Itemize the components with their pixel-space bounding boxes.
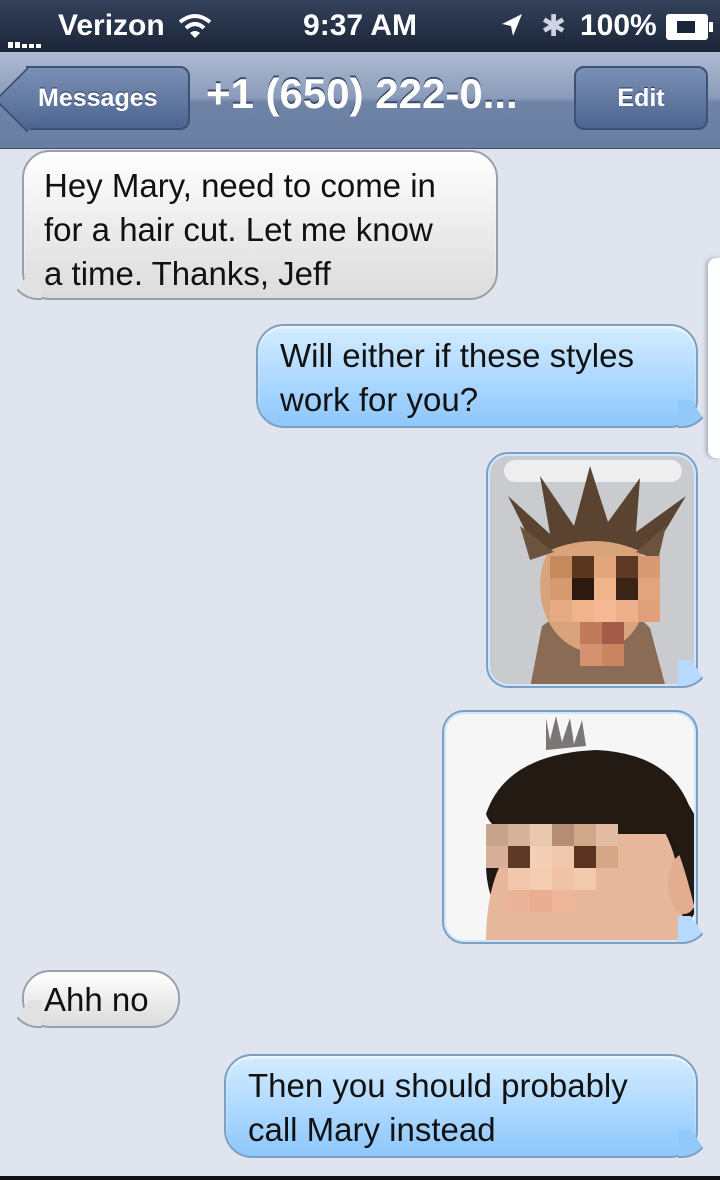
battery-percentage: 100% [580, 9, 657, 42]
message-text-line: Hey Mary, need to come in [44, 167, 436, 204]
status-bar: Verizon 9:37 AM ✱ 100% [0, 0, 720, 52]
navigation-bar: Messages +1 (650) 222-0... Edit [0, 52, 720, 149]
edit-button-label: Edit [617, 83, 665, 112]
incoming-message-bubble[interactable]: Ahh no [22, 970, 180, 1028]
location-arrow-icon [502, 14, 522, 36]
message-text-line: Will either if these styles [280, 337, 634, 374]
photo-spiky-hair [490, 456, 694, 684]
message-text-line: Then you should probably [248, 1067, 628, 1104]
back-button-label: Messages [38, 83, 158, 112]
outgoing-message-bubble[interactable]: Will either if these styles work for you… [256, 324, 698, 428]
outgoing-message-bubble[interactable]: Then you should probably call Mary inste… [224, 1054, 698, 1158]
bluetooth-icon: ✱ [541, 10, 567, 43]
message-text-line: for a hair cut. Let me know [44, 211, 433, 248]
screen-bottom-edge [0, 1176, 720, 1180]
message-text-line: Ahh no [44, 981, 149, 1018]
outgoing-photo-bubble[interactable] [486, 452, 698, 688]
message-text-line: call Mary instead [248, 1111, 496, 1148]
photo-short-bowl-cut [446, 714, 694, 940]
message-text-line: work for you? [280, 381, 479, 418]
side-scroll-handle[interactable] [708, 258, 720, 458]
incoming-message-bubble[interactable]: Hey Mary, need to come in for a hair cut… [22, 150, 498, 300]
battery-charging-icon [666, 14, 713, 40]
edit-button[interactable]: Edit [574, 66, 708, 130]
conversation-title: +1 (650) 222-0... [206, 70, 518, 117]
outgoing-photo-bubble[interactable] [442, 710, 698, 944]
back-to-messages-button[interactable]: Messages [26, 66, 190, 130]
message-text-line: a time. Thanks, Jeff [44, 255, 331, 292]
